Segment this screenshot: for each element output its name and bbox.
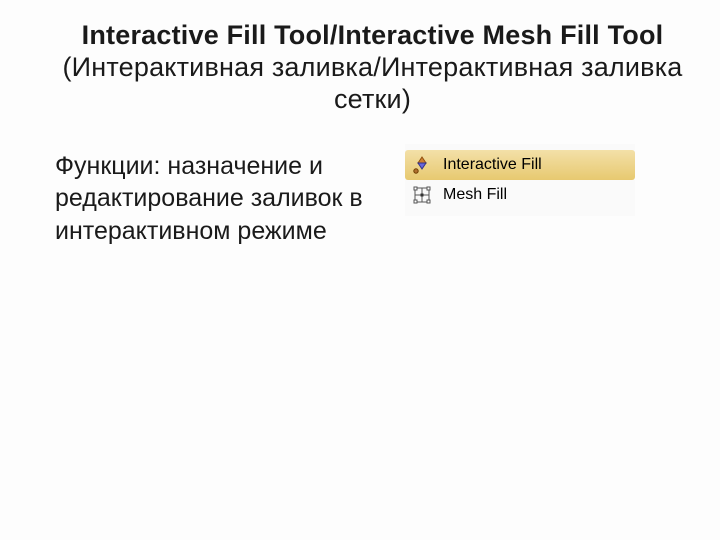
tool-flyout-panel: Interactive Fill Mesh Fill <box>405 144 635 216</box>
tool-item-interactive-fill[interactable]: Interactive Fill <box>405 150 635 180</box>
tool-label: Mesh Fill <box>443 186 507 204</box>
content-row: Функции: назначение и редактирование зал… <box>55 144 690 248</box>
tool-item-mesh-fill[interactable]: Mesh Fill <box>405 180 635 210</box>
interactive-fill-icon <box>411 154 433 176</box>
page-title: Interactive Fill Tool/Interactive Mesh F… <box>55 20 690 116</box>
title-rest: (Интерактивная заливка/Интерактивная зал… <box>62 52 682 114</box>
functions-text: Функции: назначение и редактирование зал… <box>55 144 385 248</box>
title-bold: Interactive Fill Tool/Interactive Mesh F… <box>82 20 664 50</box>
slide: Interactive Fill Tool/Interactive Mesh F… <box>0 0 720 247</box>
mesh-fill-icon <box>411 184 433 206</box>
tool-label: Interactive Fill <box>443 156 542 174</box>
